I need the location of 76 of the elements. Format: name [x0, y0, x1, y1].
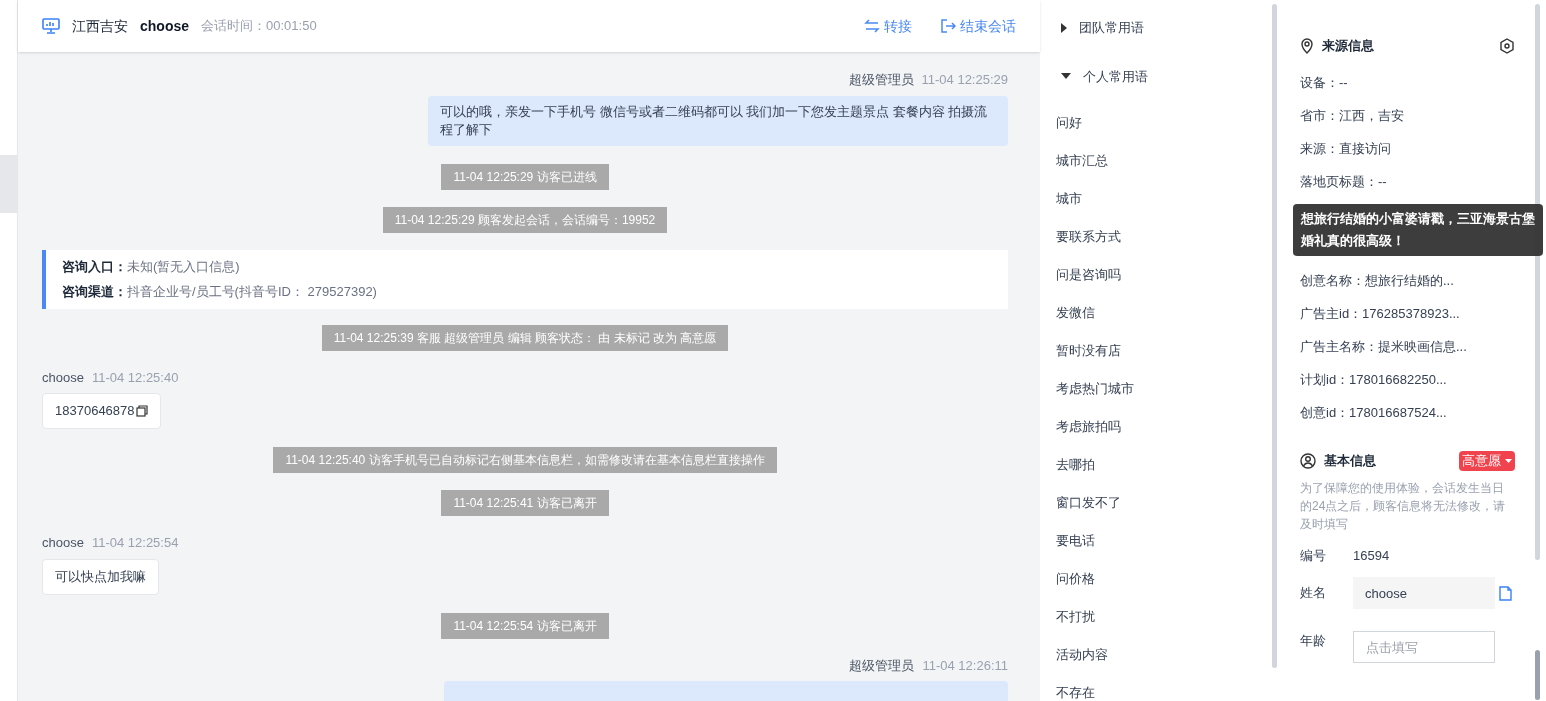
- info-row-text: 广告主id：176285378923...: [1300, 305, 1461, 323]
- phrase-item[interactable]: 窗口发不了: [1056, 484, 1272, 522]
- location-text: 江西吉安: [72, 16, 128, 36]
- monitor-icon: [42, 18, 60, 34]
- sender-name: 超级管理员: [849, 656, 915, 675]
- end-button[interactable]: 结束会话: [940, 15, 1016, 37]
- system-notice: 11-04 12:25:39 客服 超级管理员 编辑 顾客状态： 由 未标记 改为 高意愿: [321, 324, 729, 351]
- system-notice: 11-04 12:25:54 访客已离开: [441, 612, 609, 639]
- phrase-item[interactable]: 城市汇总: [1056, 142, 1272, 180]
- copy-icon[interactable]: [135, 405, 148, 417]
- sender-name: choose: [42, 534, 84, 552]
- caret-down-icon: [1061, 73, 1071, 80]
- scrollbar[interactable]: [1272, 4, 1277, 668]
- phrase-item[interactable]: 暂时没有店: [1056, 332, 1272, 370]
- swap-arrows-icon: [864, 19, 880, 33]
- source-entry: 咨询渠道：抖音企业号/员工号(抖音号ID： 279527392): [62, 283, 378, 301]
- info-row-text: 落地页标题：--: [1300, 173, 1388, 191]
- settings-icon[interactable]: [1499, 38, 1515, 54]
- info-row-text: 创意id：178016687524...: [1300, 404, 1448, 422]
- sender-name: choose: [42, 368, 84, 387]
- user-circle-icon: [1300, 453, 1316, 469]
- system-notice: 11-04 12:25:29 访客已进线: [441, 163, 609, 190]
- phrase-item[interactable]: 要电话: [1056, 522, 1272, 560]
- phrase-item[interactable]: 要联系方式: [1056, 218, 1272, 256]
- caret-down-icon: [1505, 459, 1512, 463]
- message-bubble: 可以的哦，亲发一下手机号 微信号或者二维码都可以 我们加一下您发主题景点 套餐内容 拍摄流程了解下: [428, 95, 1008, 146]
- message-time: 11-04 12:25:54: [91, 534, 179, 552]
- transfer-button[interactable]: 转接: [864, 15, 912, 37]
- phrase-item[interactable]: 发微信: [1056, 294, 1272, 332]
- section-title: 来源信息: [1322, 37, 1374, 56]
- message-time: 11-04 12:26:11: [922, 656, 1008, 675]
- phrase-item[interactable]: 考虑热门城市: [1056, 370, 1272, 408]
- session-time: 会话时间：00:01:50: [201, 17, 317, 36]
- exit-icon: [940, 18, 956, 34]
- document-icon[interactable]: [1499, 585, 1512, 601]
- info-row-text: 创意名称：想旅行结婚的...: [1300, 272, 1455, 290]
- message-time: 11-04 12:25:29: [921, 71, 1008, 89]
- phrase-item[interactable]: 问价格: [1056, 560, 1272, 598]
- message-bubble: 18370646878: [42, 393, 161, 429]
- info-row-text: 设备：--: [1300, 74, 1349, 92]
- sender-name: 超级管理员: [848, 71, 914, 89]
- field-label: 编号: [1300, 547, 1327, 566]
- phrase-item[interactable]: 问好: [1056, 104, 1272, 142]
- tooltip: 想旅行结婚的小富婆请戳，三亚海景古堡婚礼真的很高级！: [1293, 204, 1543, 256]
- location-pin-icon: [1300, 38, 1314, 54]
- message-time: 11-04 12:25:40: [91, 368, 179, 387]
- phrase-item[interactable]: 去哪拍: [1056, 446, 1272, 484]
- field-label: 年龄: [1300, 632, 1327, 651]
- scrollbar-thumb[interactable]: [1535, 650, 1540, 700]
- phrase-group-header[interactable]: 团队常用语: [1056, 18, 1272, 38]
- input-field[interactable]: 点击填写: [1353, 631, 1495, 663]
- phrase-item[interactable]: 问是咨询吗: [1056, 256, 1272, 294]
- message-bubble: 可以快点加我嘛: [42, 558, 159, 595]
- caret-right-icon: [1061, 22, 1067, 33]
- notice-text: 为了保障您的使用体验，会话发生当日的24点之后，顾客信息将无法修改，请及时填写: [1300, 480, 1507, 533]
- info-row-text: 广告主名称：提米映画信息...: [1300, 338, 1468, 356]
- info-row-text: 计划id：178016682250...: [1300, 371, 1448, 389]
- system-notice: 11-04 12:25:29 顾客发起会话，会话编号：19952: [382, 206, 668, 233]
- phrase-item[interactable]: 考虑旅拍吗: [1056, 408, 1272, 446]
- field-value: 16594: [1353, 547, 1390, 565]
- info-row-text: 来源：直接访问: [1300, 140, 1392, 158]
- phrase-item[interactable]: 城市: [1056, 180, 1272, 218]
- status-dropdown[interactable]: 高意愿: [1459, 451, 1515, 471]
- scrollbar[interactable]: [1535, 4, 1540, 560]
- phrase-item[interactable]: 不打扰: [1056, 598, 1272, 636]
- source-entry: 咨询入口：未知(暂无入口信息): [62, 257, 241, 276]
- input-field[interactable]: choose: [1353, 577, 1495, 609]
- field-label: 姓名: [1300, 584, 1327, 603]
- system-notice: 11-04 12:25:41 访客已离开: [441, 490, 609, 516]
- section-title: 基本信息: [1324, 452, 1376, 471]
- info-row-text: 省市：江西，吉安: [1300, 107, 1405, 125]
- phrase-group-header[interactable]: 个人常用语: [1056, 66, 1272, 86]
- phrase-item[interactable]: 不存在: [1056, 674, 1272, 701]
- visitor-name: choose: [140, 16, 189, 36]
- phrase-item[interactable]: 活动内容: [1056, 636, 1272, 674]
- system-notice: 11-04 12:25:40 访客手机号已自动标记右侧基本信息栏，如需修改请在基本信息栏直接操作: [273, 447, 777, 473]
